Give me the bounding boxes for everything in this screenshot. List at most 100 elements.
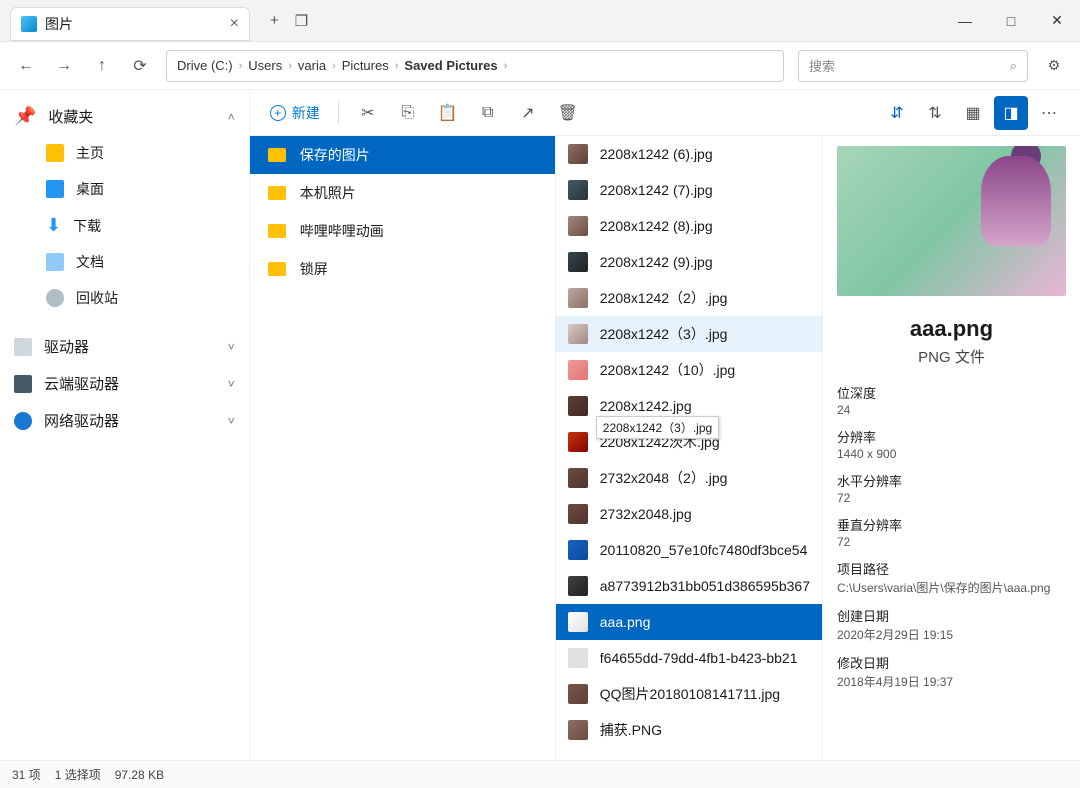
sidebar-network-header[interactable]: 网络驱动器 ˅ xyxy=(0,402,249,439)
details-type: PNG 文件 xyxy=(837,346,1066,367)
star-icon: 📌 xyxy=(14,106,36,127)
folder-row[interactable]: 本机照片 xyxy=(250,174,555,212)
file-row[interactable]: 2208x1242（3）.jpg xyxy=(556,316,822,352)
sidebar-item-home[interactable]: 主页 xyxy=(0,135,249,171)
file-thumb-icon xyxy=(568,684,588,704)
detail-value: 72 xyxy=(837,535,1066,549)
file-row[interactable]: 2208x1242（2）.jpg xyxy=(556,280,822,316)
main-area: 📌 收藏夹 ˄ 主页 桌面 ⬇下载 文档 回收站 驱动器 ˅ 云端驱动器 ˅ 网… xyxy=(0,90,1080,760)
rename-button[interactable]: ⧉ xyxy=(471,96,505,130)
detail-label: 项目路径 xyxy=(837,559,1066,578)
browser-tab[interactable]: 图片 × xyxy=(10,7,250,41)
delete-button[interactable]: 🗑 xyxy=(551,96,585,130)
chevron-right-icon: › xyxy=(288,60,292,72)
file-row[interactable]: 2208x1242 (6).jpg xyxy=(556,136,822,172)
preview-image xyxy=(837,146,1066,296)
file-row[interactable]: 2208x1242 (8).jpg xyxy=(556,208,822,244)
tab-overview-icon[interactable]: ❐ xyxy=(295,12,308,30)
file-row[interactable]: f64655dd-79dd-4fb1-b423-bb21 xyxy=(556,640,822,676)
group-button[interactable]: ▦ xyxy=(956,96,990,130)
forward-button[interactable]: → xyxy=(52,54,76,78)
breadcrumb-item-current[interactable]: Saved Pictures xyxy=(404,58,497,73)
file-thumb-icon xyxy=(568,324,588,344)
details-pane: aaa.png PNG 文件 位深度24 分辨率1440 x 900 水平分辨率… xyxy=(822,136,1080,760)
file-thumb-icon xyxy=(568,648,588,668)
titlebar: 图片 × + ❐ — □ ✕ xyxy=(0,0,1080,42)
close-window-button[interactable]: ✕ xyxy=(1034,0,1080,42)
refresh-button[interactable]: ⟳ xyxy=(128,54,152,78)
file-thumb-icon xyxy=(568,288,588,308)
document-icon xyxy=(46,253,64,271)
detail-label: 创建日期 xyxy=(837,606,1066,625)
file-row[interactable]: 2208x1242 (9).jpg xyxy=(556,244,822,280)
folder-row[interactable]: 哔哩哔哩动画 xyxy=(250,212,555,250)
sidebar-item-documents[interactable]: 文档 xyxy=(0,244,249,280)
detail-label: 位深度 xyxy=(837,383,1066,402)
download-icon: ⬇ xyxy=(46,215,61,236)
file-row[interactable]: 2732x2048.jpg xyxy=(556,496,822,532)
view-button[interactable]: ⇅ xyxy=(918,96,952,130)
sort-button[interactable]: ⇵ xyxy=(880,96,914,130)
file-thumb-icon xyxy=(568,180,588,200)
more-button[interactable]: ⋯ xyxy=(1032,96,1066,130)
breadcrumb-item[interactable]: varia xyxy=(298,58,326,73)
folder-icon xyxy=(268,148,286,162)
file-thumb-icon xyxy=(568,612,588,632)
detail-value: 1440 x 900 xyxy=(837,447,1066,461)
breadcrumb-item[interactable]: Drive (C:) xyxy=(177,58,233,73)
file-row[interactable]: 2208x1242 (7).jpg xyxy=(556,172,822,208)
file-thumb-icon xyxy=(568,576,588,596)
maximize-button[interactable]: □ xyxy=(988,0,1034,42)
sidebar-drives-header[interactable]: 驱动器 ˅ xyxy=(0,328,249,365)
up-button[interactable]: ↑ xyxy=(90,54,114,78)
separator xyxy=(338,102,339,124)
folder-row[interactable]: 保存的图片 xyxy=(250,136,555,174)
pictures-icon xyxy=(21,16,37,32)
file-thumb-icon xyxy=(568,504,588,524)
file-thumb-icon xyxy=(568,720,588,740)
chevron-down-icon: ˅ xyxy=(228,340,235,354)
detail-value: C:\Users\varia\图片\保存的图片\aaa.png xyxy=(837,579,1066,596)
file-row[interactable]: QQ图片20180108141711.jpg xyxy=(556,676,822,712)
cloud-icon xyxy=(14,375,32,393)
sidebar-favorites-header[interactable]: 📌 收藏夹 ˄ xyxy=(0,98,249,135)
copy-button[interactable]: ⎘ xyxy=(391,96,425,130)
folder-icon xyxy=(268,262,286,276)
breadcrumb-item[interactable]: Users xyxy=(248,58,282,73)
sidebar-item-downloads[interactable]: ⬇下载 xyxy=(0,207,249,244)
sidebar-cloud-header[interactable]: 云端驱动器 ˅ xyxy=(0,365,249,402)
chevron-right-icon: › xyxy=(332,60,336,72)
file-row[interactable]: 捕获.PNG xyxy=(556,712,822,748)
new-button[interactable]: + 新建 xyxy=(264,99,326,127)
sidebar-item-recycle[interactable]: 回收站 xyxy=(0,280,249,316)
file-row[interactable]: 2732x2048（2）.jpg xyxy=(556,460,822,496)
tab-actions: + ❐ xyxy=(270,12,308,30)
details-pane-button[interactable]: ◨ xyxy=(994,96,1028,130)
sidebar-item-desktop[interactable]: 桌面 xyxy=(0,171,249,207)
file-row-selected[interactable]: aaa.png xyxy=(556,604,822,640)
chevron-right-icon: › xyxy=(395,60,399,72)
folder-row[interactable]: 锁屏 xyxy=(250,250,555,288)
paste-button[interactable]: 📋 xyxy=(431,96,465,130)
settings-icon[interactable]: ⚙ xyxy=(1042,57,1066,74)
chevron-down-icon: ˅ xyxy=(228,414,235,428)
minimize-button[interactable]: — xyxy=(942,0,988,42)
share-button[interactable]: ↗ xyxy=(511,96,545,130)
breadcrumb[interactable]: Drive (C:)› Users› varia› Pictures› Save… xyxy=(166,50,784,82)
chevron-down-icon: ˅ xyxy=(228,377,235,391)
file-thumb-icon xyxy=(568,396,588,416)
file-row[interactable]: 20110820_57e10fc7480df3bce54 xyxy=(556,532,822,568)
search-input[interactable]: 搜索 ⌕ xyxy=(798,50,1028,82)
status-selection: 1 选择项 xyxy=(55,766,101,783)
breadcrumb-item[interactable]: Pictures xyxy=(342,58,389,73)
new-tab-button[interactable]: + xyxy=(270,12,279,30)
statusbar: 31 项 1 选择项 97.28 KB xyxy=(0,760,1080,788)
close-tab-icon[interactable]: × xyxy=(230,15,239,33)
back-button[interactable]: ← xyxy=(14,54,38,78)
status-size: 97.28 KB xyxy=(115,768,164,782)
file-row[interactable]: a8773912b31bb051d386595b367 xyxy=(556,568,822,604)
cut-button[interactable]: ✂ xyxy=(351,96,385,130)
file-row[interactable]: 2208x1242（10）.jpg xyxy=(556,352,822,388)
sidebar: 📌 收藏夹 ˄ 主页 桌面 ⬇下载 文档 回收站 驱动器 ˅ 云端驱动器 ˅ 网… xyxy=(0,90,250,760)
drive-icon xyxy=(14,338,32,356)
